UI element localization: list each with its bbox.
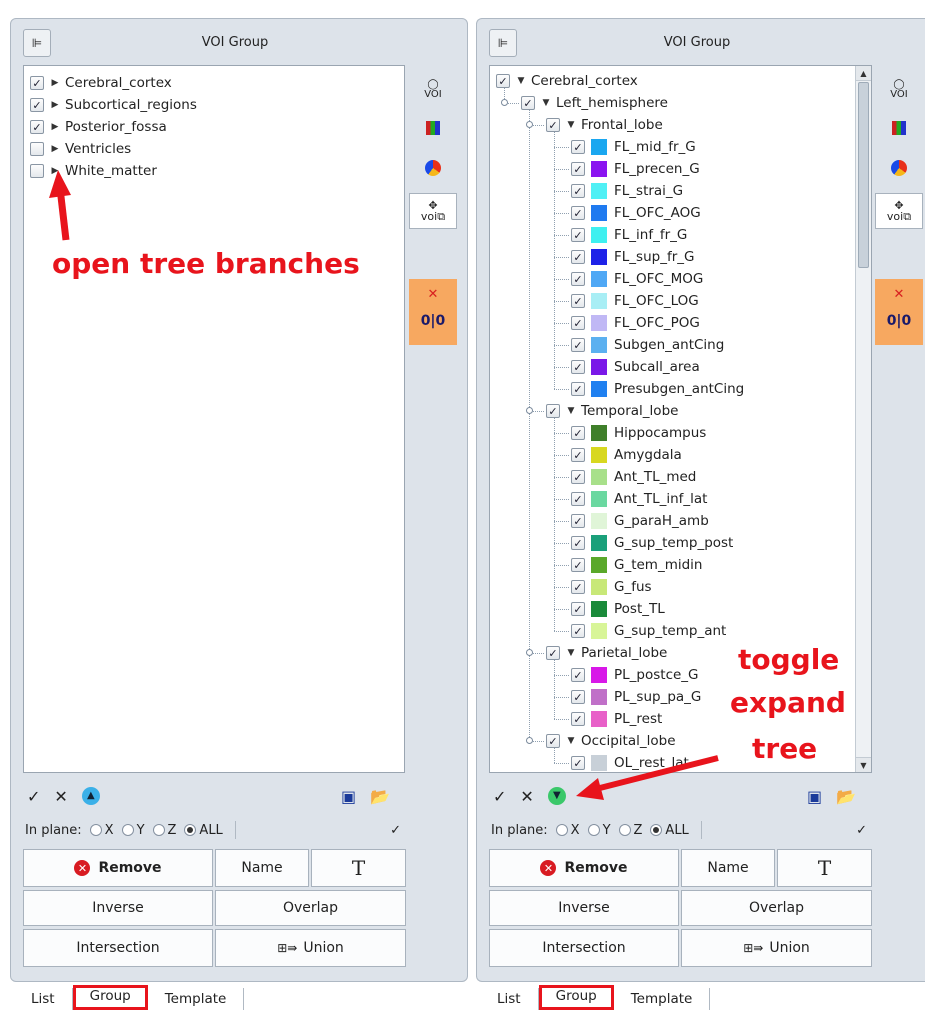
annotation-tree: tree [752, 732, 818, 765]
annotation-toggle: toggle [738, 643, 840, 676]
annotation-expand: expand [730, 686, 846, 719]
annotation-open-tree: open tree branches [52, 247, 360, 280]
right-arrow-shaft [591, 755, 719, 793]
right-arrow-head [576, 778, 604, 800]
annotation-arrows [49, 170, 719, 800]
left-arrow-head [49, 170, 71, 198]
